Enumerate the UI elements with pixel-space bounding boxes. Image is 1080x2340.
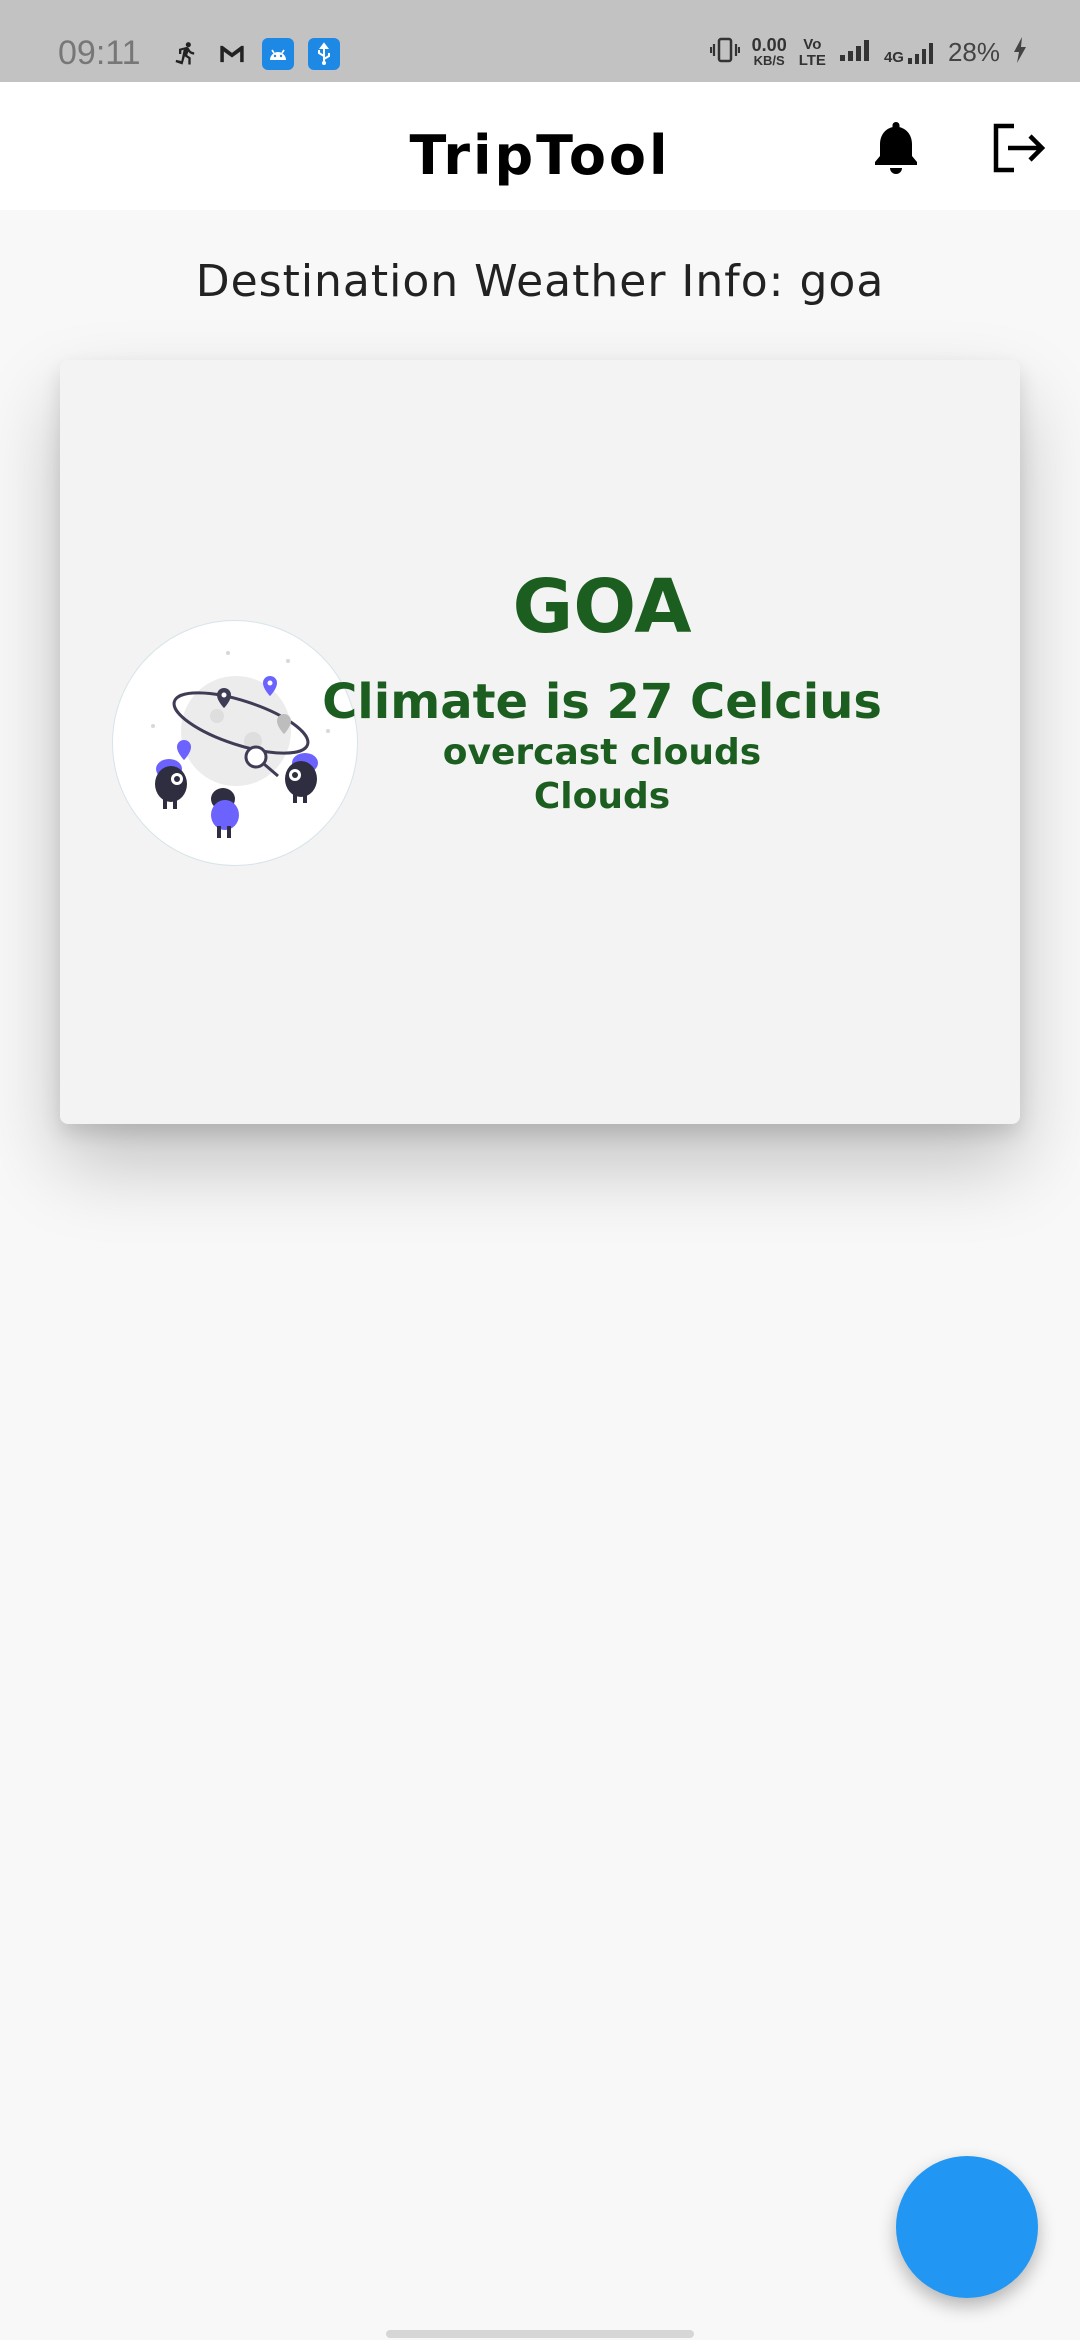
logout-button[interactable] [988, 118, 1048, 178]
status-time: 09:11 [58, 34, 141, 72]
notifications-button[interactable] [868, 118, 924, 178]
data-speed-unit: KB/S [753, 52, 785, 68]
vibrate-icon [709, 36, 740, 69]
notification-icons [170, 38, 340, 70]
climate-temperature: Climate is 27 Celcius [322, 674, 882, 730]
volte-top: Vo [803, 35, 822, 53]
floating-action-button[interactable] [896, 2156, 1038, 2298]
page-heading: Destination Weather Info: goa [195, 256, 885, 307]
app-bar: TripTool [0, 82, 1080, 210]
home-indicator[interactable] [386, 2330, 694, 2338]
network-4g: 4G [884, 40, 936, 66]
logout-icon [993, 123, 1046, 173]
weather-card: GOA Climate is 27 Celcius overcast cloud… [60, 360, 1020, 1124]
status-right-icons: 0.00 KB/S Vo LTE 4G 28% [709, 34, 1028, 69]
city-name: GOA [512, 564, 692, 650]
signal-icon [838, 37, 872, 68]
data-speed-value: 0.00 [751, 34, 787, 55]
volte-bottom: LTE [798, 51, 826, 69]
bell-icon [875, 122, 917, 174]
status-bar: 09:11 0.00 KB/S Vo LTE 4G 28% [0, 0, 1080, 82]
weather-main-condition: Clouds [533, 776, 671, 817]
running-app-icon [170, 38, 202, 70]
data-speed: 0.00 KB/S [751, 34, 787, 69]
charging-icon [1012, 36, 1028, 69]
volte-indicator: Vo LTE [798, 35, 826, 69]
weather-description: overcast clouds [442, 732, 762, 773]
gmail-icon [216, 38, 248, 70]
network-type: 4G [883, 48, 904, 66]
android-icon [262, 38, 294, 70]
usb-icon [308, 38, 340, 70]
battery-percent: 28% [947, 37, 1000, 67]
